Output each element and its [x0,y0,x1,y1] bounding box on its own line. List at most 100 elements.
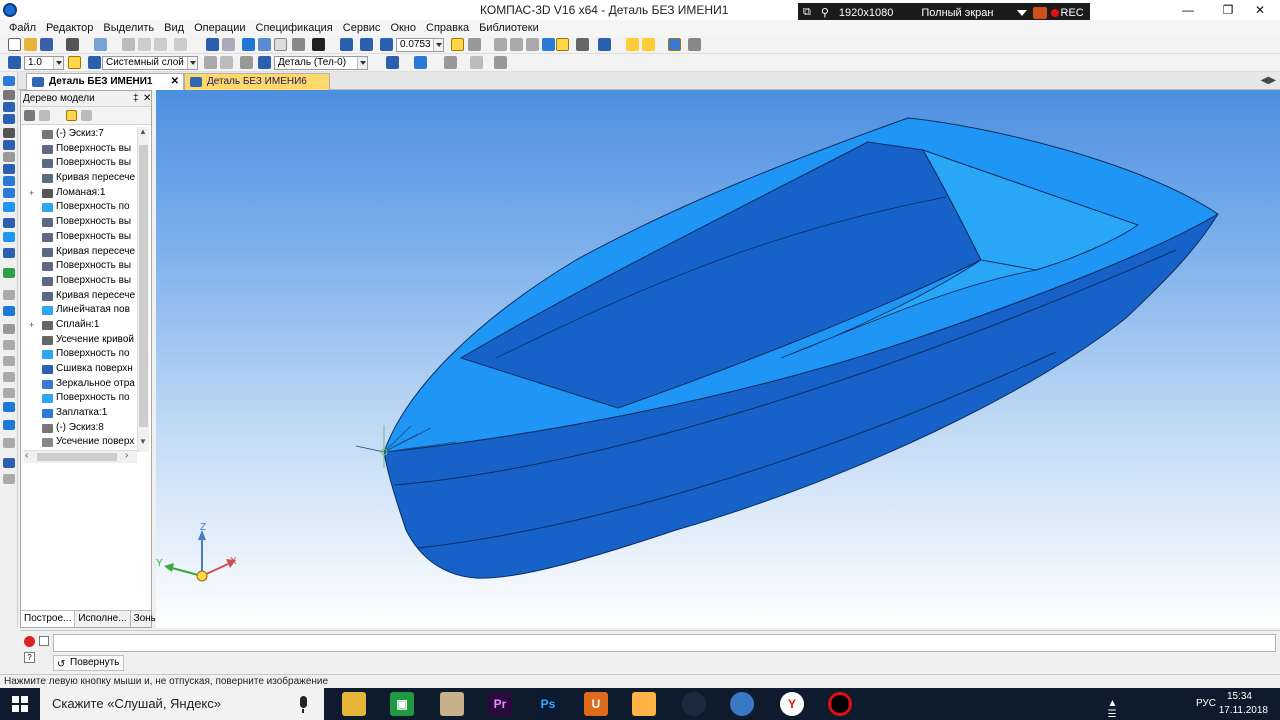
shaded-edges-icon[interactable] [556,38,569,51]
tree-item[interactable]: (-) Эскиз:8 [23,421,137,436]
compact-markup-icon[interactable] [3,140,15,150]
clock-time[interactable]: 15:34 [1227,691,1252,702]
tabs-scroll-icon[interactable]: ◀▶ [1261,75,1276,86]
compact-more-icon[interactable] [3,474,15,484]
expand-icon[interactable]: + [29,186,34,201]
tab-detail-1[interactable]: Деталь БЕЗ ИМЕНИ1 ✕ [26,73,184,90]
tree-item[interactable]: Усечение кривой [23,333,137,348]
snap-icon[interactable] [598,38,611,51]
properties-icon[interactable] [292,38,305,51]
undo-icon[interactable] [206,38,219,51]
tree-item[interactable]: Поверхность по [23,391,137,406]
tree-order-icon[interactable] [39,110,50,121]
tab-versions[interactable]: Исполне... [75,611,131,627]
tab-build[interactable]: Построе... [21,611,76,627]
compact-bool-icon[interactable] [3,438,15,448]
menu-service[interactable]: Сервис [338,22,386,34]
store-icon[interactable]: ▣ [390,692,414,716]
coordinate-system-icon[interactable] [444,56,457,69]
compact-points-icon[interactable] [3,114,15,124]
print-preview-icon[interactable] [94,38,107,51]
tree-item[interactable]: Поверхность вы [23,142,137,157]
compact-kinematic-icon[interactable] [3,248,15,258]
tree-vertical-scrollbar[interactable]: ▲ ▼ [137,127,149,452]
tree-item[interactable]: Зеркальное отра [23,377,137,392]
menu-libraries[interactable]: Библиотеки [474,22,544,34]
clock-date[interactable]: 17.11.2018 [1219,705,1268,716]
part-icon[interactable] [258,56,271,69]
variables-fx-icon[interactable] [274,38,287,51]
recorder-search-icon[interactable]: ⚲ [816,6,834,19]
rotate-command-tab[interactable]: ↺ Повернуть [53,655,125,671]
tree-item[interactable]: Поверхность по [23,200,137,215]
compact-shell-icon[interactable] [3,356,15,366]
tree-item[interactable]: Заплатка:1 [23,406,137,421]
save-icon[interactable] [40,38,53,51]
tree-item[interactable]: Поверхность вы [23,215,137,230]
zoom-dropdown-icon[interactable] [433,39,443,51]
recorder-resolution[interactable]: 1920x1080 [834,7,898,19]
scroll-thumb[interactable] [139,145,148,427]
camtasia-icon[interactable] [682,692,706,716]
zoom-scale-icon[interactable] [380,38,393,51]
local-cs-icon[interactable] [470,56,483,69]
layer-select[interactable]: Системный слой [102,56,198,70]
tree-filter-icon[interactable] [66,110,77,121]
tree-item[interactable]: (-) Эскиз:7 [23,127,137,142]
start-button[interactable] [0,688,40,720]
wireframe-icon[interactable] [510,38,523,51]
boat-hull-model[interactable]: Z X Y [156,90,1280,628]
compact-sketch-icon[interactable] [3,90,15,100]
microphone-icon[interactable] [300,696,307,713]
zoom-value-select[interactable]: 0.0753 [396,38,444,52]
orientation-icon[interactable] [494,56,507,69]
part-select[interactable]: Деталь (Тел-0) [274,56,368,70]
view-orientation-icon[interactable] [494,38,507,51]
copy-icon[interactable] [138,38,151,51]
tree-item[interactable]: Поверхность вы [23,230,137,245]
close-button[interactable]: ✕ [1240,0,1280,20]
yandex-browser-icon[interactable]: Y [780,692,804,716]
recorder-mode[interactable]: Полный экран [916,7,998,19]
photoshop-icon[interactable]: Ps [536,692,560,716]
compact-extrude-icon[interactable] [3,218,15,228]
kompas-taskbar-icon[interactable] [730,692,754,716]
compact-loft-icon[interactable] [3,268,15,278]
object-props-icon[interactable] [240,56,253,69]
tree-horizontal-scrollbar[interactable]: ‹ › [23,450,137,463]
menu-select[interactable]: Выделить [98,22,159,34]
shaded-icon[interactable] [542,38,555,51]
compact-rotate-icon[interactable] [3,232,15,242]
compact-reports-icon[interactable] [3,188,15,198]
layer-icon[interactable] [88,56,101,69]
help-icon[interactable]: ? [24,652,35,663]
pan-icon[interactable] [468,38,481,51]
open-file-icon[interactable] [24,38,37,51]
sketch-mode-icon[interactable] [626,38,639,51]
tree-item[interactable]: Кривая пересече [23,245,137,260]
close-panel-icon[interactable]: ✕ [143,91,151,107]
tree-item[interactable]: + Сплайн:1 [23,318,137,333]
screen-recorder-icon[interactable] [828,692,852,716]
tree-item[interactable]: Поверхность вы [23,259,137,274]
scroll-right-icon[interactable]: › [125,450,128,461]
compact-slope-icon[interactable] [3,372,15,382]
menu-file[interactable]: Файл [4,22,41,34]
library-manager-icon[interactable] [258,38,271,51]
cursor-step-select[interactable]: 1.0 [24,56,64,70]
pin-icon[interactable]: ‡ [133,91,139,107]
tree-item[interactable]: Поверхность по [23,347,137,362]
compact-array-icon[interactable] [3,402,15,412]
office-icon[interactable]: U [584,692,608,716]
recorder-camera-icon[interactable] [1032,6,1047,19]
input-language[interactable]: РУС [1196,698,1216,709]
recorder-rec-button[interactable]: REC [1061,7,1084,19]
tree-structure-icon[interactable] [24,110,35,121]
recorder-window-icon[interactable]: ⧉ [798,6,816,19]
filter-icon[interactable] [576,38,589,51]
scroll-up-icon[interactable]: ▲ [139,127,147,136]
menu-help[interactable]: Справка [421,22,474,34]
scroll-down-icon[interactable]: ▼ [139,437,147,446]
menu-operations[interactable]: Операции [189,22,250,34]
part-edit-icon[interactable] [642,38,655,51]
